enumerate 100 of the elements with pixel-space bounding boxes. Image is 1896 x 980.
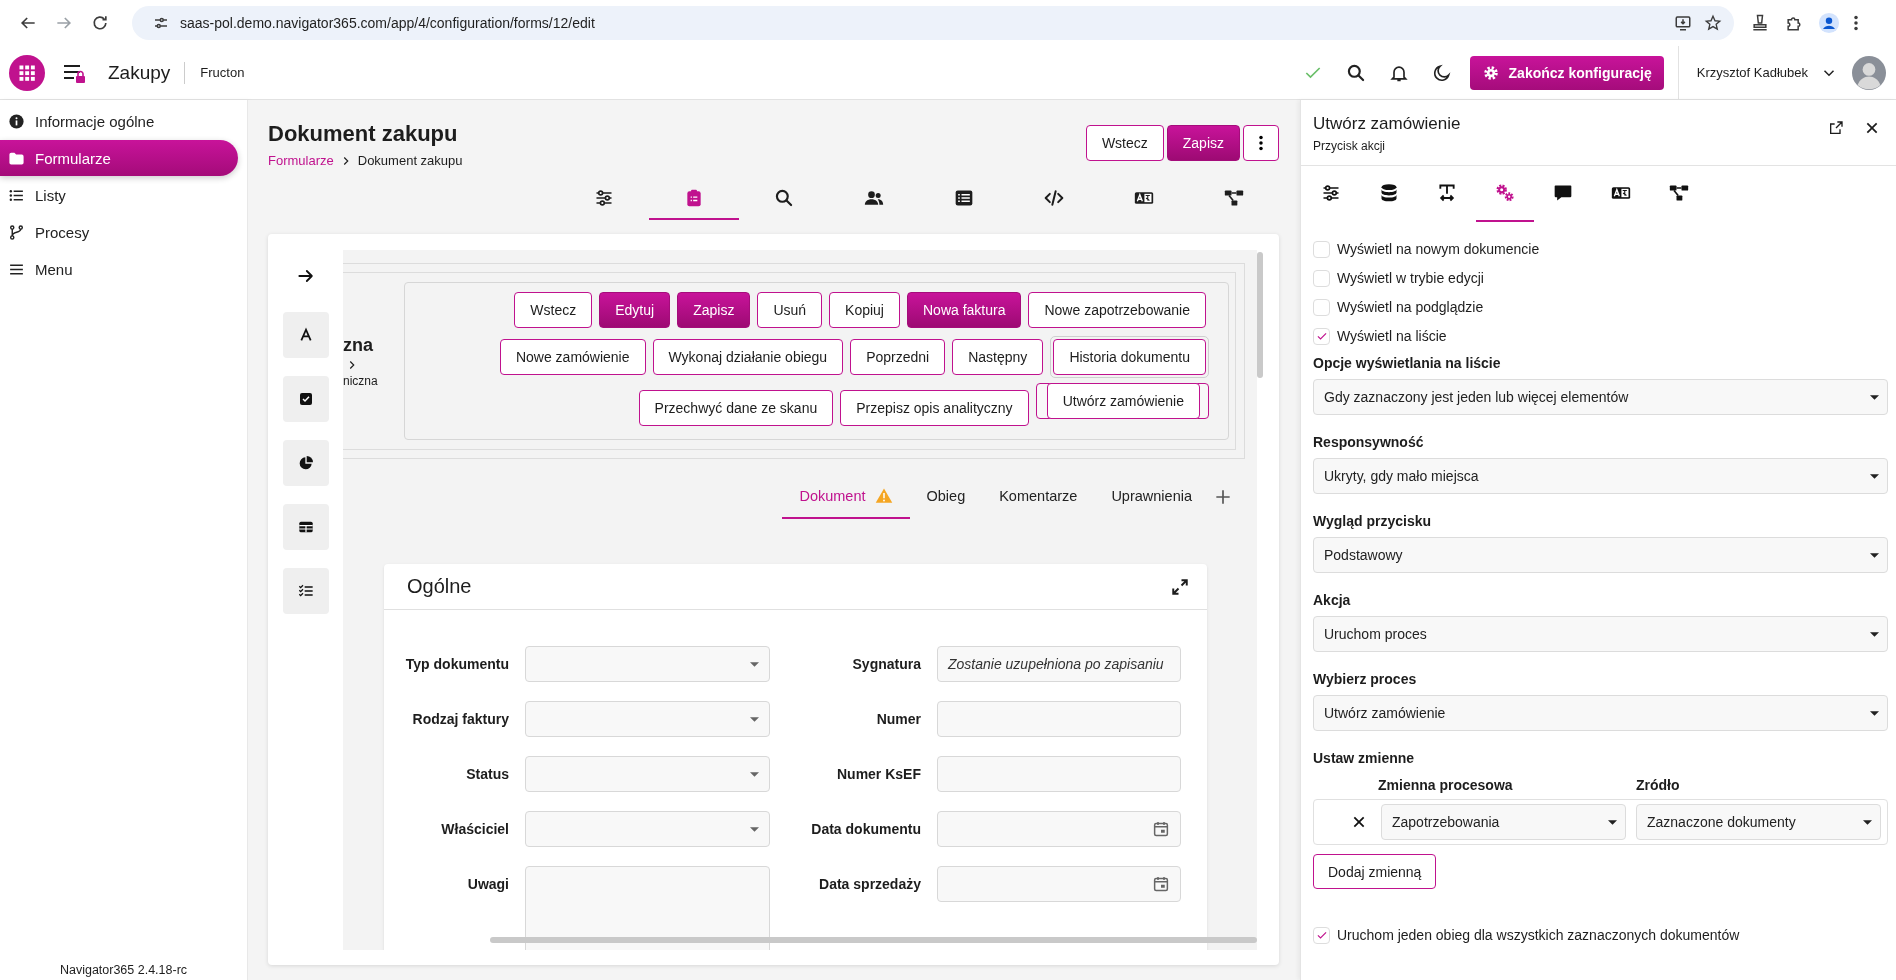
date-field[interactable] (937, 811, 1181, 847)
checkbox[interactable] (1313, 327, 1330, 345)
field-label: Opcje wyświetlania na liście (1313, 355, 1502, 371)
field-label: Numer (875, 710, 921, 729)
more-icon[interactable] (1854, 15, 1858, 31)
date-field[interactable] (937, 866, 1181, 902)
checkbox[interactable] (1313, 298, 1330, 316)
calendar-icon (1152, 875, 1170, 893)
checkbox-label: Uruchom jeden obieg dla wszystkich zaznaczonych dokumentów (1337, 927, 1740, 943)
profile-icon[interactable] (1818, 12, 1840, 34)
sidebar-item[interactable]: Informacje ogólne (0, 103, 238, 139)
dropdown[interactable]: Zapotrzebowania (1381, 804, 1626, 840)
action-button[interactable]: Przechwyć dane ze skanu (638, 389, 834, 426)
user-name: Krzysztof Kadłubek (1696, 65, 1808, 80)
toolbox-button[interactable] (282, 440, 329, 486)
field-label: Data dokumentu (810, 820, 921, 839)
sliders-icon (1321, 183, 1341, 203)
dropdown[interactable]: Zaznaczone dokumenty (1636, 804, 1881, 840)
flow-icon (1224, 188, 1244, 208)
action-button[interactable]: Historia dokumentu (1053, 339, 1206, 375)
input-field[interactable]: Zostanie uzupełniona po zapisaniu (937, 646, 1181, 682)
stamp-icon[interactable] (1750, 13, 1770, 33)
field-label: Uwagi (466, 875, 509, 894)
checkbox-label: Wyświetl na liście (1337, 328, 1447, 344)
action-button[interactable]: Zapisz (677, 292, 751, 328)
section-subtitle: niczna (343, 373, 379, 388)
text-width-icon (1437, 183, 1457, 203)
field-label: Ustaw zmienne (1313, 750, 1416, 766)
document-tab[interactable]: Dokument (782, 475, 910, 519)
action-button[interactable]: Edytuj (599, 292, 671, 328)
action-button[interactable]: Następny (952, 339, 1044, 375)
caret-icon (1870, 710, 1879, 716)
action-button[interactable]: Nowa faktura (907, 292, 1022, 328)
database-icon (1379, 183, 1399, 203)
action-button[interactable]: Nowe zapotrzebowanie (1028, 292, 1206, 328)
action-button[interactable]: Przepisz opis analityczny (840, 389, 1029, 426)
external-link-icon[interactable] (1828, 120, 1844, 136)
checkbox[interactable] (1313, 240, 1330, 258)
search-icon[interactable] (1345, 62, 1366, 83)
action-button[interactable]: Wykonaj działanie obiegu (652, 339, 844, 375)
bookmark-star-icon[interactable] (1704, 14, 1722, 32)
toolbox-button[interactable] (282, 568, 329, 614)
breadcrumb-link[interactable]: Formularze (268, 153, 334, 168)
avatar[interactable] (1852, 55, 1886, 90)
warning-icon (874, 487, 893, 505)
remove-icon[interactable] (1351, 814, 1367, 830)
caret-icon (1863, 819, 1872, 825)
gears-icon (1495, 183, 1515, 203)
document-tab[interactable]: Komentarze (982, 475, 1095, 519)
dropdown[interactable]: Uruchom proces (1313, 616, 1888, 652)
toolbox-button[interactable] (282, 376, 329, 422)
document-tab[interactable]: Obieg (909, 475, 983, 519)
sidebar-item[interactable]: Procesy (0, 214, 238, 250)
checklist-icon (297, 583, 314, 599)
input-field[interactable] (937, 756, 1181, 792)
caret-icon (750, 661, 759, 667)
back-button[interactable]: Wstecz (1085, 125, 1164, 161)
version-text: Navigator365 2.4.18-rc (58, 963, 189, 979)
document-tab[interactable]: Uprawnienia (1094, 475, 1209, 519)
checkbox[interactable] (1313, 269, 1330, 287)
dropdown[interactable]: Podstawowy (1313, 537, 1888, 573)
comment-icon (1553, 183, 1573, 203)
dropdown[interactable]: Gdy zaznaczony jest jeden lub więcej elementów (1313, 379, 1888, 415)
sidebar-item[interactable]: Listy (0, 177, 238, 213)
install-icon[interactable] (1674, 14, 1692, 32)
caret-icon (1870, 473, 1879, 479)
action-button[interactable]: Kopiuj (829, 292, 900, 328)
dropdown[interactable]: Ukryty, gdy mało miejsca (1313, 458, 1888, 494)
scrollbar[interactable] (1257, 252, 1263, 378)
action-button[interactable]: Usuń (757, 292, 823, 328)
add-variable-button[interactable]: Dodaj zmienną (1313, 854, 1437, 889)
dark-mode-icon[interactable] (1431, 62, 1452, 83)
input-field[interactable] (937, 701, 1181, 737)
caret-icon (750, 826, 759, 832)
sidebar-item[interactable]: Menu (0, 251, 238, 287)
action-button[interactable]: Wstecz (514, 292, 593, 328)
reload-icon[interactable] (90, 13, 110, 33)
action-button[interactable]: Poprzedni (850, 339, 946, 375)
address-bar[interactable]: saas-pol.demo.navigator365.com/app/4/configuration/forms/12/edit (132, 6, 1734, 40)
expand-icon[interactable] (1171, 577, 1189, 596)
checkbox-label: Wyświetl w trybie edycji (1337, 270, 1484, 286)
more-button[interactable] (1243, 125, 1279, 161)
more-icon (1259, 135, 1263, 151)
checkbox[interactable] (1313, 926, 1330, 944)
checkbox-label: Wyświetl na podglądzie (1337, 299, 1484, 315)
close-icon[interactable] (1864, 120, 1880, 136)
scrollbar[interactable] (490, 937, 1257, 943)
section-title: zna (343, 334, 374, 356)
checkbox-label: Wyświetl na nowym dokumencie (1337, 241, 1540, 257)
finish-configuration-button[interactable]: Zakończ konfigurację (1469, 55, 1664, 90)
url-text: saas-pol.demo.navigator365.com/app/4/configuration/forms/12/edit (180, 15, 596, 31)
apps-icon[interactable] (9, 54, 45, 91)
add-icon[interactable] (1213, 487, 1233, 507)
action-button[interactable]: Utwórz zamówienie (1046, 383, 1200, 419)
save-button[interactable]: Zapisz (1166, 125, 1240, 161)
sidebar-item[interactable]: Formularze (0, 140, 238, 176)
dropdown[interactable]: Utwórz zamówienie (1313, 695, 1888, 731)
action-button[interactable]: Nowe zamówienie (499, 339, 646, 375)
toolbox-button[interactable] (282, 504, 329, 550)
table-icon (954, 188, 974, 208)
